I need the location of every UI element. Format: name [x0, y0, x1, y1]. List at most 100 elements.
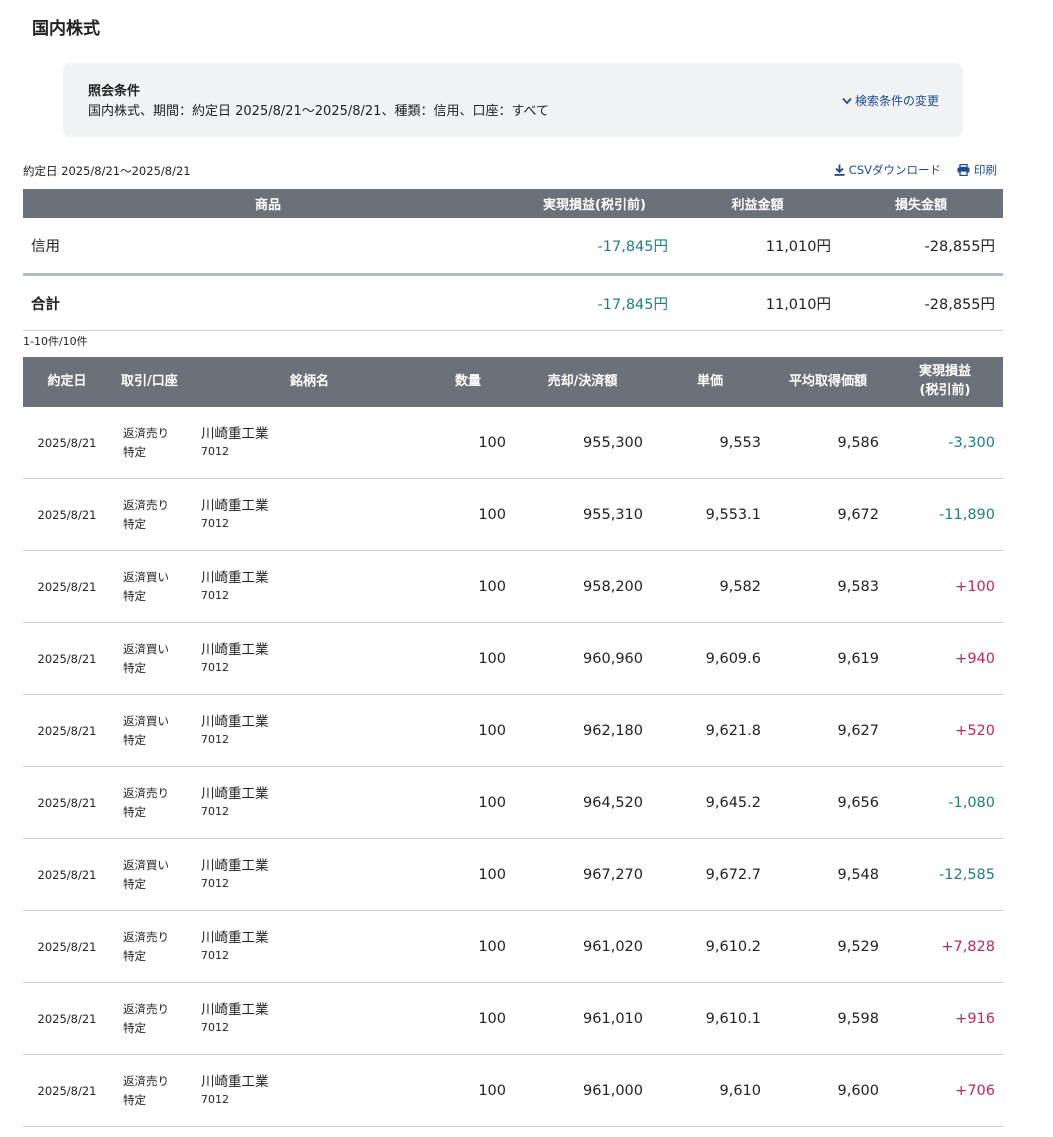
row-trade: 返済売り 特定	[111, 478, 197, 551]
row-qty: 100	[422, 910, 514, 983]
row-trade-type: 返済売り	[123, 497, 169, 512]
row-qty: 100	[422, 622, 514, 695]
row-date: 2025/8/21	[23, 838, 111, 911]
row-date: 2025/8/21	[23, 622, 111, 695]
header-avg: 平均取得価額	[769, 357, 887, 407]
header-product: 商品	[23, 189, 513, 218]
total-realized: -17,845円	[513, 274, 676, 331]
row-stock: 川崎重工業 7012	[197, 407, 422, 479]
row-account: 特定	[123, 660, 146, 675]
page-title: 国内株式	[32, 19, 100, 39]
row-amount: 961,020	[514, 910, 651, 983]
row-trade-type: 返済売り	[123, 425, 169, 440]
row-stock-name: 川崎重工業	[201, 1002, 269, 1019]
row-stock-code: 7012	[201, 661, 229, 675]
row-amount: 961,010	[514, 982, 651, 1055]
row-price: 9,553	[651, 407, 769, 479]
csv-download-label: CSVダウンロード	[848, 163, 941, 177]
row-account: 特定	[123, 948, 146, 963]
row-stock: 川崎重工業 7012	[197, 766, 422, 839]
row-account: 特定	[123, 516, 146, 531]
download-icon	[834, 164, 845, 176]
print-label: 印刷	[974, 163, 997, 177]
header-name: 銘柄名	[197, 357, 422, 407]
row-pl: +706	[887, 1054, 1003, 1127]
row-stock: 川崎重工業 7012	[197, 982, 422, 1055]
row-amount: 958,200	[514, 550, 651, 623]
detail-header-row: 約定日 取引/口座 銘柄名 数量 売却/決済額 単価 平均取得価額 実現損益 (…	[23, 357, 1003, 407]
summary-profit: 11,010円	[676, 218, 839, 276]
row-date: 2025/8/21	[23, 910, 111, 983]
row-stock-name: 川崎重工業	[201, 426, 269, 443]
row-pl: +520	[887, 694, 1003, 767]
row-avg: 9,627	[769, 694, 887, 767]
row-stock-code: 7012	[201, 877, 229, 891]
summary-loss: -28,855円	[839, 218, 1003, 276]
row-date: 2025/8/21	[23, 478, 111, 551]
row-amount: 960,960	[514, 622, 651, 695]
row-stock-name: 川崎重工業	[201, 570, 269, 587]
row-qty: 100	[422, 766, 514, 839]
row-stock: 川崎重工業 7012	[197, 478, 422, 551]
row-trade-type: 返済売り	[123, 929, 169, 944]
row-stock-code: 7012	[201, 805, 229, 819]
row-pl: -1,080	[887, 766, 1003, 839]
header-price: 単価	[651, 357, 769, 407]
header-date: 約定日	[23, 357, 111, 407]
row-stock-code: 7012	[201, 589, 229, 603]
header-realized: 実現損益(税引前)	[513, 189, 676, 218]
conditions-text: 国内株式、期間：約定日 2025/8/21〜2025/8/21、種類：信用、口座…	[88, 104, 550, 119]
conditions-title: 照会条件	[88, 84, 141, 99]
row-stock-code: 7012	[201, 517, 229, 531]
row-trade-type: 返済買い	[123, 641, 169, 656]
row-avg: 9,586	[769, 407, 887, 479]
row-qty: 100	[422, 694, 514, 767]
header-trade: 取引/口座	[111, 357, 197, 407]
row-price: 9,553.1	[651, 478, 769, 551]
row-stock-code: 7012	[201, 949, 229, 963]
row-price: 9,610	[651, 1054, 769, 1127]
row-trade: 返済売り 特定	[111, 407, 197, 479]
row-pl: -3,300	[887, 407, 1003, 479]
csv-download-link[interactable]: CSVダウンロード	[834, 162, 941, 178]
header-amount: 売却/決済額	[514, 357, 651, 407]
row-pl: -11,890	[887, 478, 1003, 551]
row-stock-name: 川崎重工業	[201, 714, 269, 731]
row-amount: 964,520	[514, 766, 651, 839]
row-qty: 100	[422, 982, 514, 1055]
row-stock-name: 川崎重工業	[201, 930, 269, 947]
row-stock-name: 川崎重工業	[201, 498, 269, 515]
row-stock-code: 7012	[201, 1021, 229, 1035]
row-amount: 955,310	[514, 478, 651, 551]
row-amount: 962,180	[514, 694, 651, 767]
printer-icon	[957, 164, 970, 176]
row-account: 特定	[123, 1020, 146, 1035]
row-trade: 返済売り 特定	[111, 766, 197, 839]
row-account: 特定	[123, 732, 146, 747]
row-date: 2025/8/21	[23, 694, 111, 767]
row-amount: 955,300	[514, 407, 651, 479]
table-row: 2025/8/21 返済売り 特定 川崎重工業 7012 100 955,300 9,553 9…	[23, 407, 1003, 479]
row-price: 9,672.7	[651, 838, 769, 911]
row-stock-code: 7012	[201, 445, 229, 459]
row-avg: 9,548	[769, 838, 887, 911]
row-amount: 961,000	[514, 1054, 651, 1127]
row-avg: 9,619	[769, 622, 887, 695]
change-conditions-link[interactable]: 検索条件の変更	[842, 92, 939, 109]
row-trade-type: 返済買い	[123, 857, 169, 872]
row-amount: 967,270	[514, 838, 651, 911]
period-label: 約定日 2025/8/21〜2025/8/21	[23, 164, 191, 178]
row-price: 9,621.8	[651, 694, 769, 767]
total-label: 合計	[23, 274, 513, 331]
row-avg: 9,529	[769, 910, 887, 983]
summary-row: 信用 -17,845円 11,010円 -28,855円	[23, 218, 1003, 276]
row-pl: +940	[887, 622, 1003, 695]
row-qty: 100	[422, 478, 514, 551]
print-link[interactable]: 印刷	[957, 162, 997, 178]
row-date: 2025/8/21	[23, 407, 111, 479]
row-price: 9,582	[651, 550, 769, 623]
table-row: 2025/8/21 返済買い 特定 川崎重工業 7012 100 962,180 9,621.…	[23, 694, 1003, 767]
total-profit: 11,010円	[676, 274, 839, 331]
table-actions: CSVダウンロード 印刷	[834, 162, 997, 178]
change-conditions-label: 検索条件の変更	[854, 94, 939, 108]
